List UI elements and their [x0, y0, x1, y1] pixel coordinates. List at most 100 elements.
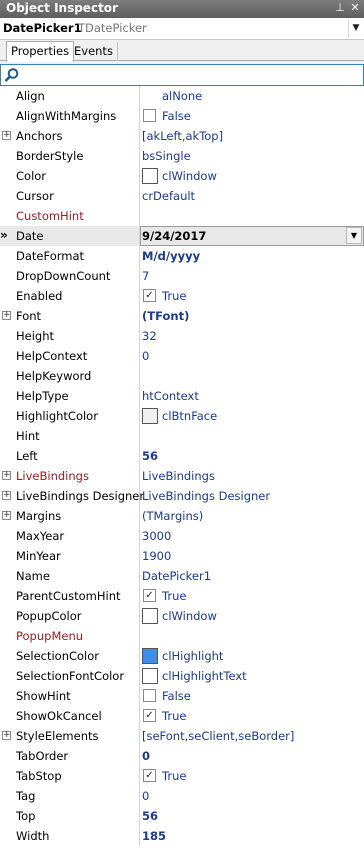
- property-value[interactable]: bsSingle: [142, 149, 191, 163]
- column-divider[interactable]: [139, 366, 140, 386]
- property-row-parentcustomhint[interactable]: ParentCustomHint ✓ True: [0, 586, 364, 606]
- column-divider[interactable]: [139, 826, 140, 846]
- property-value[interactable]: False: [162, 109, 191, 123]
- column-divider[interactable]: [139, 746, 140, 766]
- column-divider[interactable]: [139, 786, 140, 806]
- component-selector[interactable]: DatePicker1 TDatePicker ▼: [0, 18, 364, 40]
- property-row-selectioncolor[interactable]: SelectionColor clHighlight: [0, 646, 364, 666]
- expand-icon[interactable]: +: [2, 731, 11, 740]
- column-divider[interactable]: [139, 446, 140, 466]
- property-row-top[interactable]: Top 56: [0, 806, 364, 826]
- column-divider[interactable]: [139, 606, 140, 626]
- property-value[interactable]: 7: [142, 269, 149, 283]
- checkbox[interactable]: ✓: [143, 709, 156, 722]
- property-row-popupmenu[interactable]: PopupMenu: [0, 626, 364, 646]
- column-divider[interactable]: [139, 466, 140, 486]
- property-row-livebindings-designer[interactable]: + LiveBindings Designer LiveBindings Desig…: [0, 486, 364, 506]
- property-value[interactable]: [seFont,seClient,seBorder]: [142, 729, 294, 743]
- property-value[interactable]: 56: [142, 449, 158, 463]
- property-value[interactable]: True: [162, 289, 186, 303]
- property-value[interactable]: True: [162, 769, 186, 783]
- property-value[interactable]: LiveBindings: [142, 469, 215, 483]
- property-row-dropdowncount[interactable]: DropDownCount 7: [0, 266, 364, 286]
- property-row-color[interactable]: Color clWindow: [0, 166, 364, 186]
- property-row-anchors[interactable]: + Anchors [akLeft,akTop]: [0, 126, 364, 146]
- property-value[interactable]: 0: [142, 749, 150, 763]
- property-value[interactable]: 3000: [142, 529, 171, 543]
- property-value[interactable]: DatePicker1: [142, 569, 211, 583]
- property-value[interactable]: 0: [142, 349, 149, 363]
- property-row-alignwithmargins[interactable]: AlignWithMargins False: [0, 106, 364, 126]
- chevron-down-icon[interactable]: ▼: [348, 19, 363, 38]
- column-divider[interactable]: [139, 86, 140, 106]
- column-divider[interactable]: [139, 646, 140, 666]
- column-divider[interactable]: [139, 486, 140, 506]
- property-value[interactable]: 56: [142, 809, 158, 823]
- property-row-margins[interactable]: + Margins (TMargins): [0, 506, 364, 526]
- property-value[interactable]: 185: [142, 829, 166, 843]
- property-value[interactable]: clBtnFace: [162, 409, 217, 423]
- checkbox[interactable]: ✓: [143, 289, 156, 302]
- property-row-customhint[interactable]: CustomHint: [0, 206, 364, 226]
- pin-icon[interactable]: ⊥: [333, 1, 347, 15]
- property-value[interactable]: clWindow: [162, 609, 217, 623]
- checkbox[interactable]: [143, 689, 156, 702]
- expand-icon[interactable]: +: [2, 471, 11, 480]
- column-divider[interactable]: [139, 406, 140, 426]
- property-value[interactable]: True: [162, 589, 186, 603]
- column-divider[interactable]: [139, 686, 140, 706]
- property-value[interactable]: 32: [142, 329, 157, 343]
- tab-events[interactable]: Events: [70, 42, 118, 61]
- property-row-borderstyle[interactable]: BorderStyle bsSingle: [0, 146, 364, 166]
- property-value[interactable]: (TMargins): [142, 509, 203, 523]
- checkbox[interactable]: ✓: [143, 589, 156, 602]
- column-divider[interactable]: [139, 206, 140, 226]
- column-divider[interactable]: [139, 546, 140, 566]
- property-row-align[interactable]: Align alNone: [0, 86, 364, 106]
- property-value[interactable]: M/d/yyyy: [142, 249, 200, 263]
- column-divider[interactable]: [139, 426, 140, 446]
- expand-icon[interactable]: +: [2, 311, 11, 320]
- property-row-name[interactable]: Name DatePicker1: [0, 566, 364, 586]
- column-divider[interactable]: [139, 386, 140, 406]
- column-divider[interactable]: [139, 666, 140, 686]
- property-row-showhint[interactable]: ShowHint False: [0, 686, 364, 706]
- column-divider[interactable]: [139, 586, 140, 606]
- property-row-cursor[interactable]: Cursor crDefault: [0, 186, 364, 206]
- checkbox[interactable]: [143, 109, 156, 122]
- property-value[interactable]: 9/24/2017: [142, 229, 206, 243]
- column-divider[interactable]: [139, 306, 140, 326]
- property-row-showokcancel[interactable]: ShowOkCancel ✓ True: [0, 706, 364, 726]
- tab-properties[interactable]: Properties: [6, 41, 75, 62]
- property-row-popupcolor[interactable]: PopupColor clWindow: [0, 606, 364, 626]
- property-row-enabled[interactable]: Enabled ✓ True: [0, 286, 364, 306]
- property-row-tabstop[interactable]: TabStop ✓ True: [0, 766, 364, 786]
- column-divider[interactable]: [139, 166, 140, 186]
- property-row-maxyear[interactable]: MaxYear 3000: [0, 526, 364, 546]
- property-value[interactable]: (TFont): [142, 309, 189, 323]
- column-divider[interactable]: [139, 766, 140, 786]
- column-divider[interactable]: [139, 106, 140, 126]
- property-value[interactable]: clWindow: [162, 169, 217, 183]
- property-row-date[interactable]: » Date 9/24/2017 ▼: [0, 226, 364, 246]
- column-divider[interactable]: [139, 506, 140, 526]
- column-divider[interactable]: [139, 266, 140, 286]
- checkbox[interactable]: ✓: [143, 769, 156, 782]
- column-divider[interactable]: [139, 706, 140, 726]
- close-icon[interactable]: ✕: [348, 1, 362, 15]
- property-row-dateformat[interactable]: DateFormat M/d/yyyy: [0, 246, 364, 266]
- property-value[interactable]: False: [162, 689, 191, 703]
- property-row-livebindings[interactable]: + LiveBindings LiveBindings: [0, 466, 364, 486]
- column-divider[interactable]: [139, 626, 140, 646]
- property-row-left[interactable]: Left 56: [0, 446, 364, 466]
- property-row-minyear[interactable]: MinYear 1900: [0, 546, 364, 566]
- property-row-helpkeyword[interactable]: HelpKeyword: [0, 366, 364, 386]
- property-value[interactable]: [akLeft,akTop]: [142, 129, 223, 143]
- search-input[interactable]: [21, 67, 351, 83]
- expand-icon[interactable]: +: [2, 491, 11, 500]
- property-value[interactable]: alNone: [162, 89, 202, 103]
- property-row-helptype[interactable]: HelpType htContext: [0, 386, 364, 406]
- column-divider[interactable]: [139, 326, 140, 346]
- column-divider[interactable]: [139, 806, 140, 826]
- property-value[interactable]: LiveBindings Designer: [142, 489, 270, 503]
